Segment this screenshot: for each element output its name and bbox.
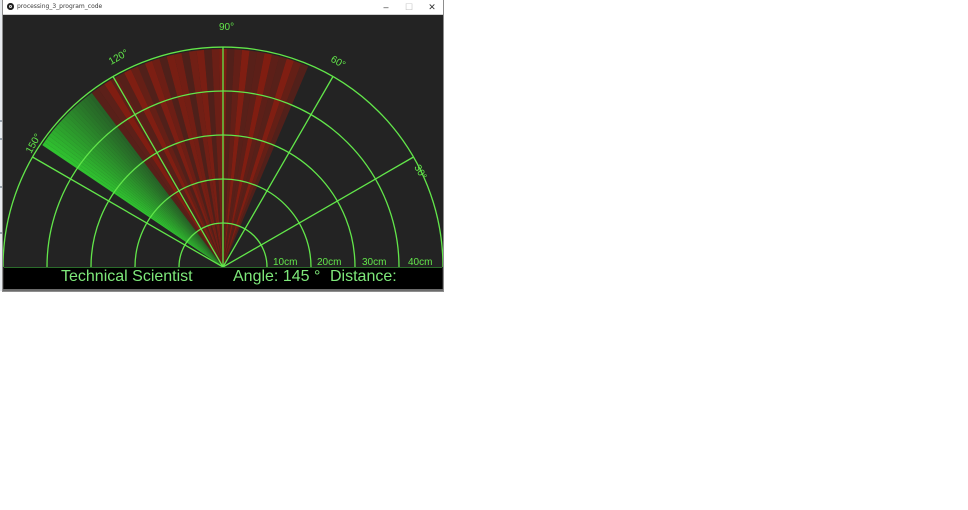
maximize-button[interactable]: ☐ [399,0,419,14]
window-bottom-edge [3,289,443,291]
distance-readout: Distance: [330,268,397,285]
brand-label: Technical Scientist [61,268,193,285]
angle-readout: Angle: 145 ° [233,268,321,285]
radar-display: 30° 60° 90° 120° 150° 10cm 20cm 30cm 40c… [3,15,443,267]
distance-label-30cm: 30cm [362,257,386,267]
processing-app-icon [7,3,14,10]
window-title: processing_3_program_code [17,3,103,10]
close-button[interactable]: ✕ [422,0,442,14]
processing-window: processing_3_program_code – ☐ ✕ 30° 60° … [3,0,443,291]
angle-label-90: 90° [219,22,234,33]
status-bar: Technical Scientist Angle: 145 ° Distanc… [4,267,442,289]
distance-label-10cm: 10cm [273,257,297,267]
window-titlebar[interactable]: processing_3_program_code – ☐ ✕ [3,0,443,15]
distance-label-20cm: 20cm [317,257,341,267]
minimize-button[interactable]: – [376,0,396,14]
distance-label-40cm: 40cm [408,257,432,267]
